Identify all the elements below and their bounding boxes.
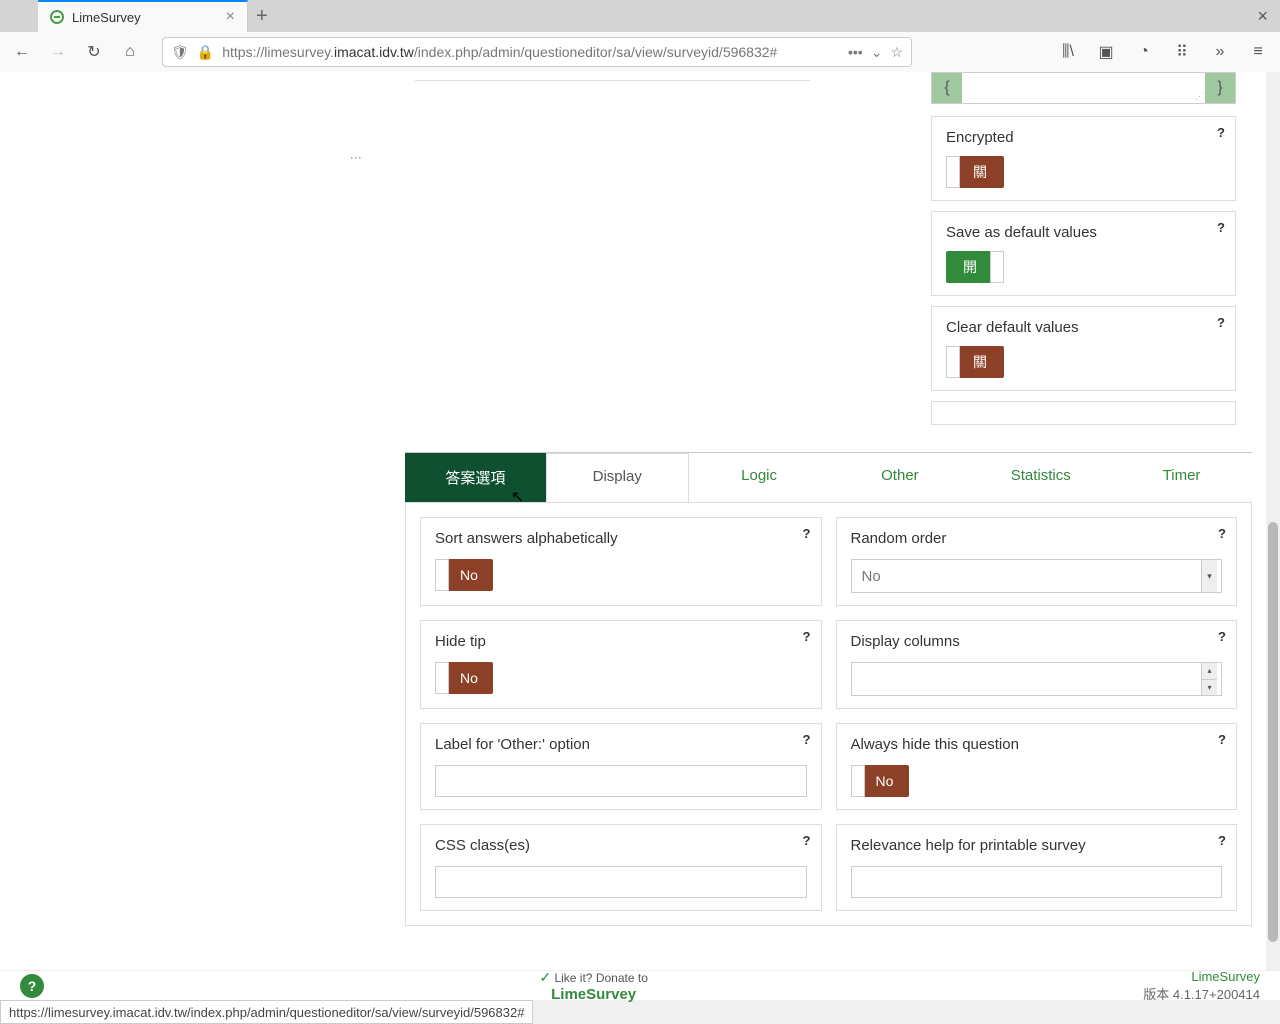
settings-panel: { ⋰ } ? Encrypted 關 ? Save as default va…	[931, 72, 1236, 425]
hide-tip-toggle[interactable]: No	[435, 662, 493, 694]
relevance-equation-input[interactable]: { ⋰ }	[931, 72, 1236, 104]
url-bar[interactable]: 🛡 🔒 https://limesurvey.imacat.idv.tw/ind…	[162, 37, 912, 67]
content-area: ⋮ { ⋰ } ? Encrypted 關 ? Save a	[0, 72, 1280, 980]
reader-icon[interactable]: ▣	[1092, 38, 1120, 66]
help-icon[interactable]: ?	[1218, 526, 1226, 541]
brace-right: }	[1205, 73, 1235, 103]
page-footer: ? ✓ Like it? Donate to LimeSurvey LimeSu…	[0, 970, 1280, 1000]
clear-default-setting: ? Clear default values 關	[931, 306, 1236, 391]
menu-icon[interactable]: ≡	[1244, 38, 1272, 66]
shield-icon[interactable]: 🛡	[171, 44, 189, 61]
browser-tab[interactable]: LimeSurvey ×	[38, 0, 248, 32]
help-icon[interactable]: ?	[1217, 125, 1225, 140]
divider	[415, 80, 810, 81]
help-icon[interactable]: ?	[1218, 629, 1226, 644]
random-order-option: ? Random order No ▾	[836, 517, 1238, 606]
help-icon[interactable]: ?	[803, 526, 811, 541]
always-hide-option: ? Always hide this question No	[836, 723, 1238, 810]
clear-default-label: Clear default values	[946, 319, 1221, 336]
browser-status-bar: https://limesurvey.imacat.idv.tw/index.p…	[0, 1000, 533, 1024]
vertical-scrollbar[interactable]	[1266, 72, 1280, 980]
display-columns-input[interactable]: ▴▾	[851, 662, 1223, 696]
footer-donate[interactable]: ✓ Like it? Donate to LimeSurvey	[44, 969, 1143, 1003]
save-default-setting: ? Save as default values 開	[931, 211, 1236, 296]
always-hide-toggle[interactable]: No	[851, 765, 909, 797]
url-text: https://limesurvey.imacat.idv.tw/index.p…	[222, 44, 840, 60]
other-label-input[interactable]	[435, 765, 807, 797]
clear-default-toggle[interactable]: 關	[946, 346, 1004, 378]
account-icon[interactable]: ◔	[1130, 38, 1158, 66]
scrollbar-thumb[interactable]	[1268, 522, 1278, 942]
close-tab-icon[interactable]: ×	[226, 8, 235, 26]
question-settings-tabs: 答案選項 Display Logic Other Statistics Time…	[405, 452, 1252, 926]
more-icon[interactable]: •••	[848, 44, 863, 60]
tab-statistics[interactable]: Statistics	[970, 453, 1111, 502]
forward-button: →	[44, 38, 72, 66]
nav-bar: ← → ↻ ⌂ 🛡 🔒 https://limesurvey.imacat.id…	[0, 32, 1280, 72]
encrypted-setting: ? Encrypted 關	[931, 116, 1236, 201]
footer-version: LimeSurvey 版本 4.1.17+200414	[1143, 969, 1260, 1003]
empty-panel	[931, 401, 1236, 425]
spinner-icon[interactable]: ▴▾	[1201, 663, 1217, 695]
resize-handle[interactable]: ⋰	[1195, 91, 1204, 102]
other-label-option: ? Label for 'Other:' option	[420, 723, 822, 810]
random-order-select[interactable]: No ▾	[851, 559, 1223, 593]
help-icon[interactable]: ?	[803, 833, 811, 848]
tab-display[interactable]: Display	[546, 453, 689, 502]
relevance-help-option: ? Relevance help for printable survey	[836, 824, 1238, 911]
tab-timer[interactable]: Timer	[1111, 453, 1252, 502]
bookmark-icon[interactable]: ☆	[890, 44, 903, 61]
help-icon[interactable]: ?	[1217, 315, 1225, 330]
relevance-help-input[interactable]	[851, 866, 1223, 898]
dropdown-arrow-icon: ▾	[1201, 560, 1217, 592]
save-default-label: Save as default values	[946, 224, 1221, 241]
css-classes-option: ? CSS class(es)	[420, 824, 822, 911]
tab-answers[interactable]: 答案選項	[405, 453, 546, 502]
tab-other[interactable]: Other	[829, 453, 970, 502]
home-button[interactable]: ⌂	[116, 38, 144, 66]
help-icon[interactable]: ?	[1217, 220, 1225, 235]
extensions-icon[interactable]: ⠿	[1168, 38, 1196, 66]
tab-bar: LimeSurvey × + ×	[0, 0, 1280, 32]
help-icon[interactable]: ?	[803, 629, 811, 644]
hide-tip-option: ? Hide tip No	[420, 620, 822, 709]
encrypted-toggle[interactable]: 關	[946, 156, 1004, 188]
new-tab-button[interactable]: +	[256, 5, 268, 28]
footer-help-icon[interactable]: ?	[20, 974, 44, 998]
display-columns-option: ? Display columns ▴▾	[836, 620, 1238, 709]
tab-logic[interactable]: Logic	[689, 453, 830, 502]
pocket-icon[interactable]: ⌄	[871, 44, 883, 61]
sort-alpha-option: ? Sort answers alphabetically No	[420, 517, 822, 606]
back-button[interactable]: ←	[8, 38, 36, 66]
overflow-icon[interactable]: »	[1206, 38, 1234, 66]
encrypted-label: Encrypted	[946, 129, 1221, 146]
tab-title: LimeSurvey	[72, 10, 218, 25]
help-icon[interactable]: ?	[803, 732, 811, 747]
help-icon[interactable]: ?	[1218, 833, 1226, 848]
close-window-icon[interactable]: ×	[1257, 6, 1268, 27]
library-icon[interactable]: ⫼\	[1054, 38, 1082, 66]
browser-chrome: LimeSurvey × + × ← → ↻ ⌂ 🛡 🔒 https://lim…	[0, 0, 1280, 73]
save-default-toggle[interactable]: 開	[946, 251, 1004, 283]
css-classes-input[interactable]	[435, 866, 807, 898]
help-icon[interactable]: ?	[1218, 732, 1226, 747]
sort-alpha-toggle[interactable]: No	[435, 559, 493, 591]
tabs-row: 答案選項 Display Logic Other Statistics Time…	[405, 453, 1252, 503]
display-options-grid: ? Sort answers alphabetically No ? Rando…	[405, 503, 1252, 926]
brace-left: {	[932, 73, 962, 103]
limesurvey-icon	[50, 10, 64, 24]
lock-icon: 🔒	[197, 44, 214, 61]
reload-button[interactable]: ↻	[80, 38, 108, 66]
